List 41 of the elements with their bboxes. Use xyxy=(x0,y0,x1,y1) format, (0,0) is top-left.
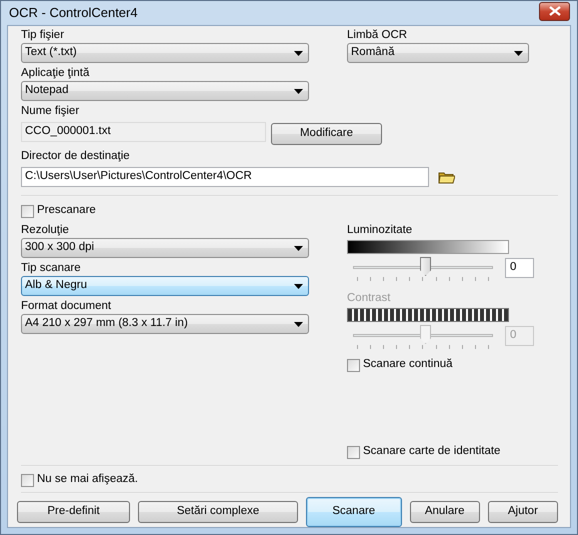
dropdown[interactable]: Alb & Negru xyxy=(21,276,309,296)
value-field[interactable]: 0 xyxy=(505,258,534,278)
checkbox[interactable]: Scanare continuă xyxy=(347,357,537,373)
dialog-button[interactable]: Scanare xyxy=(306,497,402,527)
window-title: OCR - ControlCenter4 xyxy=(9,4,138,22)
field-label: Tip fişier xyxy=(21,28,66,43)
field-label: Director de destinaţie xyxy=(21,149,131,164)
value-field: 0 xyxy=(505,326,534,346)
field-label: Tip scanare xyxy=(21,261,82,276)
field-label: Limbă OCR xyxy=(347,28,408,43)
caret-icon xyxy=(514,50,523,56)
slider[interactable] xyxy=(353,257,493,277)
dropdown[interactable]: A4 210 x 297 mm (8.3 x 11.7 in) xyxy=(21,314,309,334)
checkbox[interactable]: Prescanare xyxy=(21,203,558,219)
field-label: Format document xyxy=(21,299,112,314)
dialog-button[interactable]: Setări complexe xyxy=(138,501,298,523)
caret-icon xyxy=(294,284,303,288)
dropdown[interactable]: Română xyxy=(347,43,529,63)
file-name-field[interactable]: CCO_000001.txt xyxy=(21,122,266,142)
modify-button[interactable]: Modificare xyxy=(271,123,382,145)
field-label: Aplicaţie ţintă xyxy=(21,66,90,81)
close-button[interactable] xyxy=(539,2,570,20)
dialog-button[interactable]: Pre-definit xyxy=(17,501,130,523)
dropdown[interactable]: 300 x 300 dpi xyxy=(21,238,309,258)
slider-label: Contrast xyxy=(347,291,392,306)
slider-label: Luminozitate xyxy=(347,223,414,238)
caret-icon xyxy=(294,246,303,250)
caret-icon xyxy=(294,50,303,56)
field-label: Rezoluţie xyxy=(21,223,70,238)
folder-path-field[interactable]: C:\Users\User\Pictures\ControlCenter4\OCR xyxy=(21,167,429,187)
folder-icon[interactable] xyxy=(438,170,455,184)
checkbox[interactable]: Scanare carte de identitate xyxy=(347,444,537,460)
checkbox[interactable]: Nu se mai afişează. xyxy=(21,472,558,488)
dialog-button[interactable]: Anulare xyxy=(410,501,480,523)
dropdown[interactable]: Text (*.txt) xyxy=(21,43,309,63)
dialog-button[interactable]: Ajutor xyxy=(488,501,558,523)
field-label: Nume fişier xyxy=(21,104,80,119)
close-icon xyxy=(548,6,560,16)
caret-icon xyxy=(294,88,303,94)
dropdown[interactable]: Notepad xyxy=(21,81,309,101)
caret-icon xyxy=(294,322,303,326)
